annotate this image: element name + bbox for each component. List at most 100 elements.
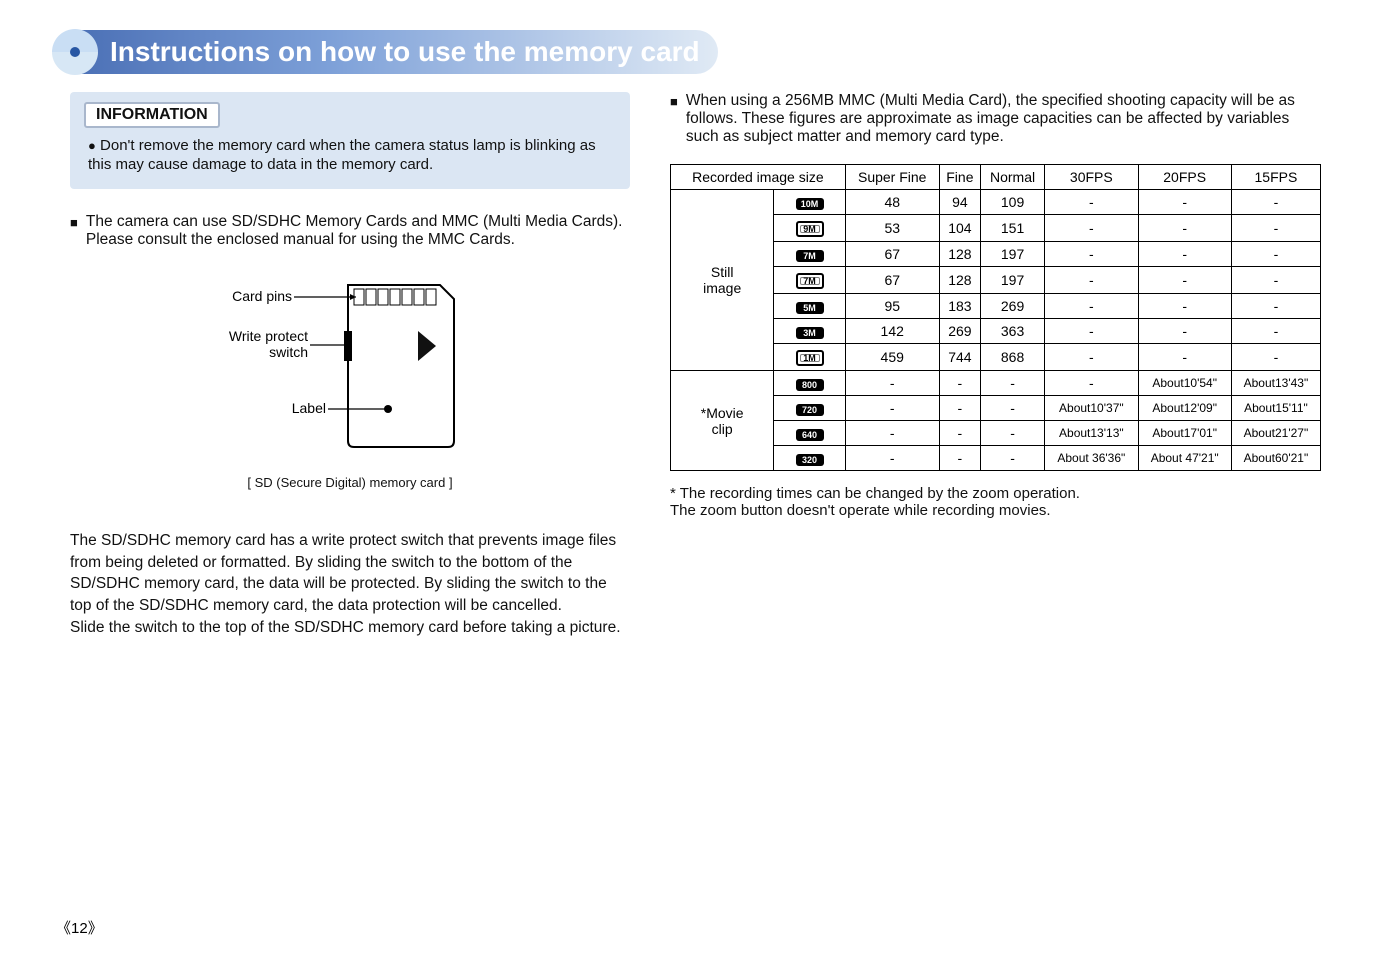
page-number-value: 12 — [71, 920, 88, 937]
table-cell: - — [1231, 344, 1320, 371]
table-cell: - — [1231, 294, 1320, 319]
page-number: 《12》 — [56, 917, 103, 938]
size-icon-cell: 5M — [774, 294, 845, 319]
table-cell: About60'21" — [1231, 446, 1320, 471]
table-cell: - — [939, 396, 980, 421]
table-cell: - — [1045, 267, 1138, 294]
table-cell: About12'09" — [1138, 396, 1231, 421]
size-icon-cell: 720 — [774, 396, 845, 421]
page-title: Instructions on how to use the memory ca… — [110, 36, 700, 67]
size-icon: 1M — [796, 350, 824, 366]
information-bullet-text: Don't remove the memory card when the ca… — [88, 137, 596, 173]
chevron-right-icon: 》 — [88, 919, 103, 937]
table-cell: - — [1045, 242, 1138, 267]
th-20fps: 20FPS — [1138, 165, 1231, 190]
table-cell: 744 — [939, 344, 980, 371]
table-cell: - — [1231, 267, 1320, 294]
table-cell: - — [1138, 294, 1231, 319]
diagram-wp-label-2: switch — [269, 344, 308, 360]
th-normal: Normal — [981, 165, 1045, 190]
size-icon: 7M — [796, 250, 824, 262]
table-cell: 151 — [981, 215, 1045, 242]
table-cell: About10'54" — [1138, 371, 1231, 396]
table-still-row: Stillimage10M4894109--- — [671, 190, 1321, 215]
table-cell: 67 — [845, 242, 939, 267]
size-icon: 10M — [796, 198, 824, 210]
right-bullet-row: ■ When using a 256MB MMC (Multi Media Ca… — [670, 92, 1321, 146]
table-cell: - — [1231, 319, 1320, 344]
table-cell: - — [1138, 190, 1231, 215]
table-movie-row: *Movieclip800----About10'54"About13'43" — [671, 371, 1321, 396]
size-icon-cell: 7M — [774, 267, 845, 294]
table-cell: 868 — [981, 344, 1045, 371]
size-icon: 3M — [796, 327, 824, 339]
left-bullet-row: ■ The camera can use SD/SDHC Memory Card… — [70, 213, 630, 249]
th-recorded: Recorded image size — [671, 165, 846, 190]
table-cell: - — [1045, 215, 1138, 242]
movie-size-icon: 720 — [796, 404, 824, 416]
table-cell: 183 — [939, 294, 980, 319]
table-cell: - — [845, 421, 939, 446]
size-icon: 9M — [796, 221, 824, 237]
table-cell: - — [1045, 190, 1138, 215]
table-cell: - — [1231, 242, 1320, 267]
table-cell: - — [1045, 344, 1138, 371]
size-icon-cell: 800 — [774, 371, 845, 396]
diagram-label-label: Label — [292, 400, 326, 416]
movie-size-icon: 640 — [796, 429, 824, 441]
table-cell: - — [1231, 190, 1320, 215]
table-cell: - — [981, 421, 1045, 446]
movie-clip-label: *Movieclip — [671, 371, 774, 471]
table-cell: - — [981, 371, 1045, 396]
diagram-caption: [ SD (Secure Digital) memory card ] — [247, 475, 452, 490]
left-paragraph: The SD/SDHC memory card has a write prot… — [70, 530, 630, 638]
information-heading: INFORMATION — [84, 102, 220, 128]
size-icon: 7M — [796, 273, 824, 289]
size-icon-cell: 640 — [774, 421, 845, 446]
bullet-icon: ● — [88, 138, 96, 153]
table-cell: - — [1045, 371, 1138, 396]
capacity-table: Recorded image size Super Fine Fine Norm… — [670, 164, 1321, 471]
table-cell: 94 — [939, 190, 980, 215]
left-column: INFORMATION ● Don't remove the memory ca… — [70, 92, 630, 638]
table-cell: About21'27" — [1231, 421, 1320, 446]
table-cell: 269 — [981, 294, 1045, 319]
sd-diagram: Card pins Write protect switch Label [ S… — [70, 275, 630, 490]
sd-card-illustration: Card pins Write protect switch Label — [220, 275, 480, 465]
table-header-row: Recorded image size Super Fine Fine Norm… — [671, 165, 1321, 190]
size-icon-cell: 320 — [774, 446, 845, 471]
right-bullet-text: When using a 256MB MMC (Multi Media Card… — [686, 92, 1321, 146]
title-decoration-icon — [52, 29, 98, 75]
table-cell: - — [939, 421, 980, 446]
still-image-label: Stillimage — [671, 190, 774, 371]
table-cell: 53 — [845, 215, 939, 242]
table-cell: - — [845, 396, 939, 421]
table-cell: About15'11" — [1231, 396, 1320, 421]
th-fine: Fine — [939, 165, 980, 190]
size-icon-cell: 7M — [774, 242, 845, 267]
table-cell: 128 — [939, 267, 980, 294]
table-cell: - — [1138, 344, 1231, 371]
table-cell: About17'01" — [1138, 421, 1231, 446]
table-cell: 269 — [939, 319, 980, 344]
information-box: INFORMATION ● Don't remove the memory ca… — [70, 92, 630, 189]
table-cell: 459 — [845, 344, 939, 371]
diagram-pins-label: Card pins — [232, 288, 292, 304]
table-cell: About 36'36" — [1045, 446, 1138, 471]
table-cell: 109 — [981, 190, 1045, 215]
bullet-icon: ■ — [70, 213, 78, 233]
table-cell: - — [981, 396, 1045, 421]
table-cell: 363 — [981, 319, 1045, 344]
movie-size-icon: 800 — [796, 379, 824, 391]
movie-size-icon: 320 — [796, 454, 824, 466]
table-cell: - — [845, 446, 939, 471]
table-cell: - — [1138, 267, 1231, 294]
table-cell: 128 — [939, 242, 980, 267]
table-cell: - — [939, 371, 980, 396]
chevron-left-icon: 《 — [56, 919, 71, 937]
table-cell: - — [1231, 215, 1320, 242]
table-cell: About10'37" — [1045, 396, 1138, 421]
information-body: ● Don't remove the memory card when the … — [84, 136, 616, 173]
table-cell: 197 — [981, 242, 1045, 267]
left-bullet-text: The camera can use SD/SDHC Memory Cards … — [86, 213, 630, 249]
